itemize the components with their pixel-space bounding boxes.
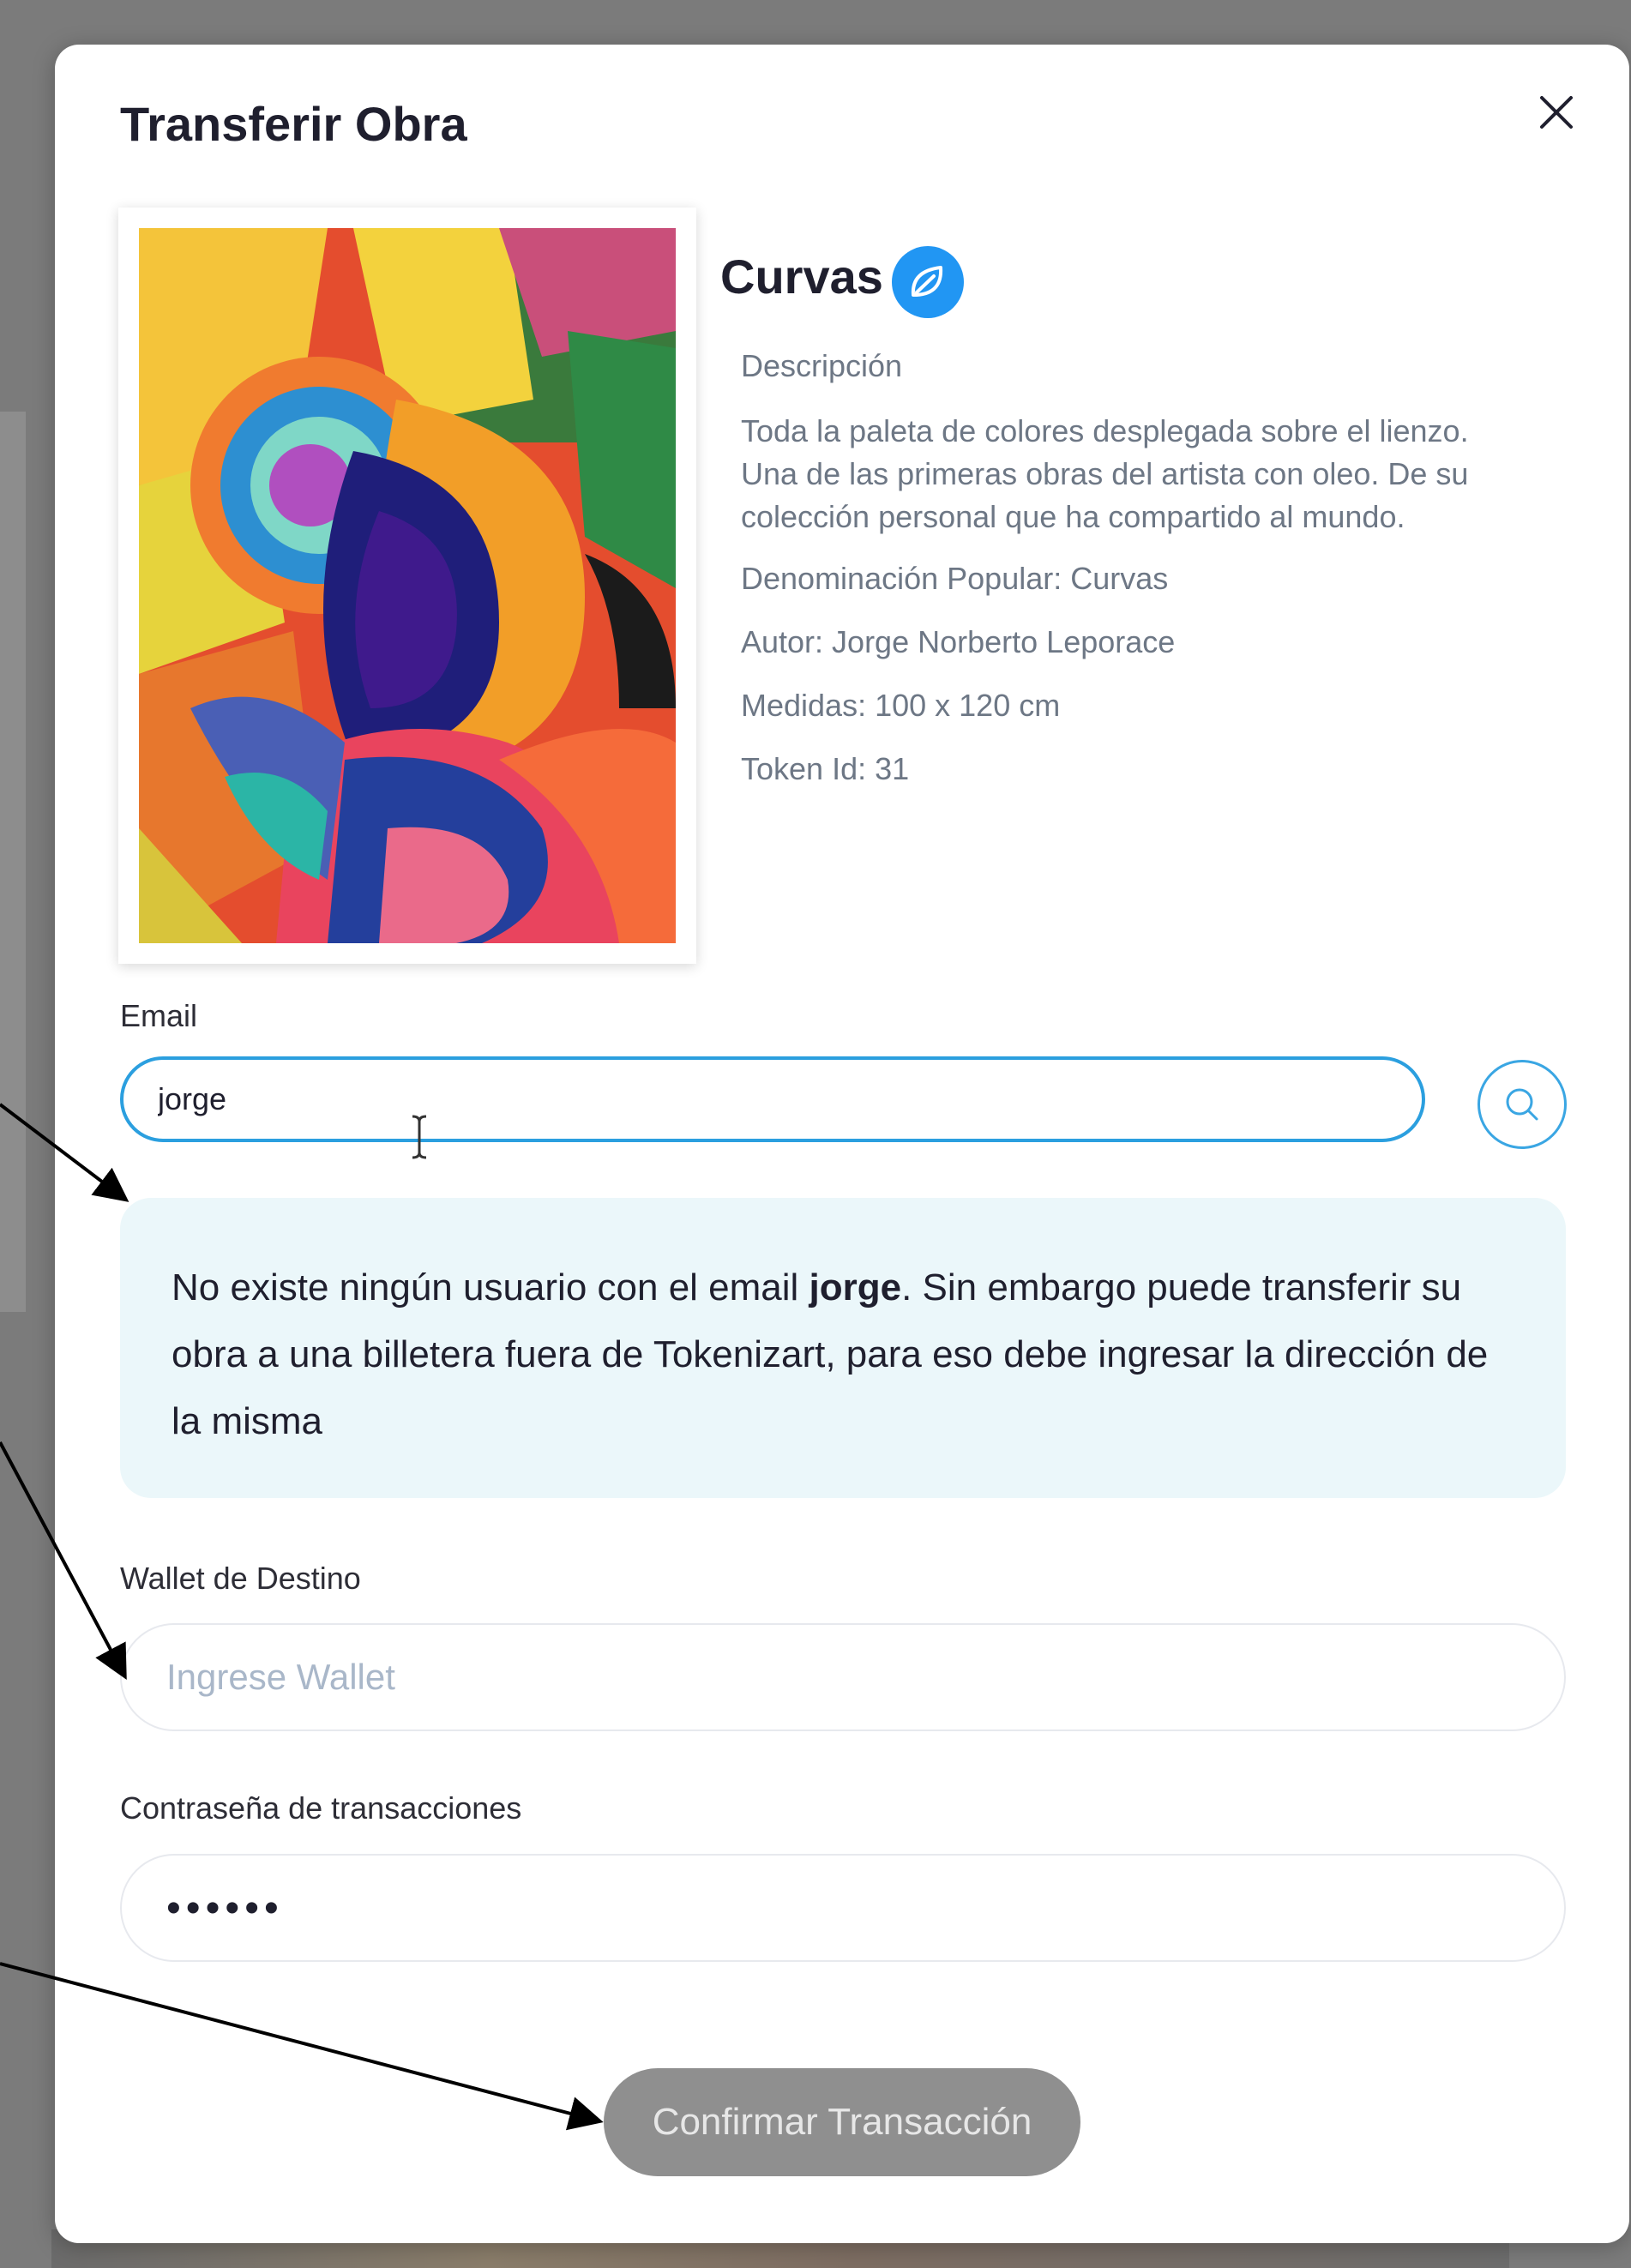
user-not-found-alert: No existe ningún usuario con el email jo…: [120, 1198, 1566, 1498]
description-label: Descripción: [741, 348, 903, 383]
artwork-image: [139, 228, 676, 943]
wallet-label: Wallet de Destino: [120, 1561, 361, 1596]
author: Autor: Jorge Norberto Leporace: [741, 624, 1176, 659]
leaf-icon: [892, 246, 964, 318]
modal-title: Transferir Obra: [120, 97, 467, 151]
email-input[interactable]: [158, 1060, 1358, 1139]
wallet-field[interactable]: [120, 1623, 1566, 1731]
close-icon: [1540, 96, 1573, 129]
search-icon: [1506, 1088, 1538, 1121]
measures: Medidas: 100 x 120 cm: [741, 688, 1061, 723]
alert-email: jorge: [809, 1266, 902, 1308]
email-label: Email: [120, 998, 198, 1033]
search-button[interactable]: [1478, 1060, 1567, 1149]
token-id: Token Id: 31: [741, 751, 910, 786]
wallet-input[interactable]: [166, 1625, 1521, 1730]
close-button[interactable]: [1526, 82, 1586, 142]
alert-message: No existe ningún usuario con el email jo…: [172, 1266, 1489, 1442]
description-line: Una de las primeras obras del artista co…: [741, 456, 1469, 491]
popular-name: Denominación Popular: Curvas: [741, 561, 1169, 596]
artwork-thumbnail: [118, 208, 696, 964]
email-field[interactable]: [120, 1056, 1425, 1142]
password-input[interactable]: [166, 1856, 1521, 1960]
confirm-transaction-button[interactable]: Confirmar Transacción: [604, 2068, 1080, 2176]
artwork-name: Curvas: [720, 250, 883, 304]
password-field[interactable]: [120, 1854, 1566, 1962]
password-label: Contraseña de transacciones: [120, 1790, 522, 1826]
description-line: colección personal que ha compartido al …: [741, 499, 1405, 534]
text-cursor-icon: [412, 1115, 427, 1159]
description-line: Toda la paleta de colores desplegada sob…: [741, 413, 1469, 448]
background-content: [0, 412, 26, 1312]
